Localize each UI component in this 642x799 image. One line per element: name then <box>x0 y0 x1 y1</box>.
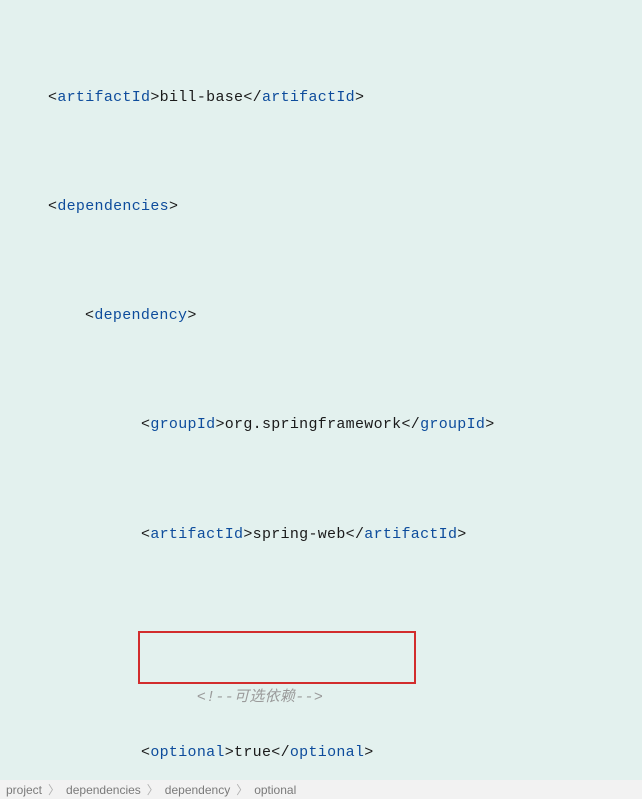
code-editor[interactable]: <artifactId>bill-base</artifactId> <depe… <box>0 0 642 780</box>
code-content: <artifactId>bill-base</artifactId> <depe… <box>10 2 642 799</box>
highlight-box <box>138 631 416 684</box>
breadcrumb-item[interactable]: dependency <box>165 783 230 797</box>
gutter <box>0 0 10 780</box>
breadcrumb[interactable]: project 〉 dependencies 〉 dependency 〉 op… <box>0 780 642 799</box>
code-line: <optional>true</optional> <box>10 739 642 766</box>
chevron-right-icon: 〉 <box>147 781 159 798</box>
code-line: <dependencies> <box>10 193 642 220</box>
code-line: <!--可选依赖--> <box>10 630 642 657</box>
breadcrumb-item[interactable]: dependencies <box>66 783 141 797</box>
xml-comment: <!--可选依赖--> <box>197 689 323 706</box>
breadcrumb-item[interactable]: optional <box>254 783 296 797</box>
chevron-right-icon: 〉 <box>236 781 248 798</box>
chevron-right-icon: 〉 <box>48 781 60 798</box>
code-line: <artifactId>spring-web</artifactId> <box>10 521 642 548</box>
code-line: <groupId>org.springframework</groupId> <box>10 411 642 438</box>
breadcrumb-item[interactable]: project <box>6 783 42 797</box>
code-line: <artifactId>bill-base</artifactId> <box>10 84 642 111</box>
code-line: <dependency> <box>10 302 642 329</box>
